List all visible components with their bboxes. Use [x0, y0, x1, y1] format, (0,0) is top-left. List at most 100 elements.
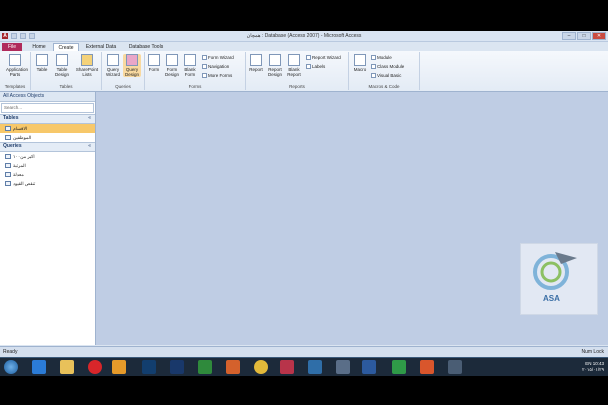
blank-report-button[interactable]: Blank Report	[285, 54, 303, 77]
table-design-button[interactable]: Table Design	[53, 54, 71, 77]
collapse-icon: «	[88, 115, 91, 121]
navigation-icon	[202, 64, 207, 69]
tab-external-data[interactable]: External Data	[82, 43, 120, 51]
group-label: Forms	[188, 84, 202, 89]
table-icon	[5, 126, 11, 131]
workspace: ASA	[96, 92, 608, 345]
ribbon-tabs: File Home Create External Data Database …	[0, 42, 608, 51]
collapse-icon: «	[88, 143, 91, 149]
class-module-button[interactable]: Class Module	[371, 63, 404, 70]
start-button-icon[interactable]	[4, 360, 18, 374]
class-module-icon	[371, 64, 376, 69]
report-icon	[250, 54, 262, 66]
report-design-button[interactable]: Report Design	[266, 54, 284, 77]
tab-create[interactable]: Create	[53, 43, 79, 51]
form-design-icon	[166, 54, 178, 66]
query-icon	[5, 163, 11, 168]
nav-item-query[interactable]: معدلة	[0, 170, 95, 179]
form-icon	[148, 54, 160, 66]
more-forms-icon	[202, 73, 207, 78]
module-button[interactable]: Module	[371, 54, 392, 61]
query-wizard-button[interactable]: Query Wizard	[104, 54, 122, 77]
camtasia-icon[interactable]	[392, 360, 406, 374]
language-indicator[interactable]: EN	[585, 361, 591, 366]
group-label: Macros & Code	[368, 84, 400, 89]
report-wizard-icon	[306, 55, 311, 60]
nav-item-query[interactable]: اكبر من١٠٠	[0, 152, 95, 161]
query-design-icon	[126, 54, 138, 66]
access-taskbar-icon[interactable]	[280, 360, 294, 374]
app-icon[interactable]	[448, 360, 462, 374]
table-button[interactable]: Table	[33, 54, 51, 72]
visual-basic-button[interactable]: Visual Basic	[371, 72, 401, 79]
nav-header[interactable]: All Access Objects	[0, 92, 95, 102]
tab-home[interactable]: Home	[28, 43, 50, 51]
nav-search-input[interactable]: Search...	[1, 103, 94, 113]
form-button[interactable]: Form	[145, 54, 163, 72]
more-forms-button[interactable]: More Forms	[202, 72, 232, 79]
query-wizard-icon	[107, 54, 119, 66]
module-icon	[371, 55, 376, 60]
macro-icon	[354, 54, 366, 66]
query-icon	[5, 181, 11, 186]
group-label: Queries	[115, 84, 131, 89]
table-icon	[5, 135, 11, 140]
form-design-button[interactable]: Form Design	[163, 54, 181, 77]
report-button[interactable]: Report	[247, 54, 265, 72]
window-controls: – □ ✕	[562, 32, 606, 40]
tab-database-tools[interactable]: Database Tools	[124, 43, 168, 51]
nav-item-query[interactable]: المرتبة	[0, 161, 95, 170]
group-queries: Query Wizard Query Design Queries	[102, 52, 145, 90]
blank-report-icon	[288, 54, 300, 66]
internet-explorer-icon[interactable]	[32, 360, 46, 374]
group-macros-code: Macro Module Class Module Visual Basic M…	[349, 52, 420, 90]
form-wizard-icon	[202, 55, 207, 60]
group-label: Reports	[289, 84, 305, 89]
sharepoint-lists-button[interactable]: SharePoint Lists	[75, 54, 99, 77]
labels-button[interactable]: Labels	[306, 63, 325, 70]
photoshop-icon[interactable]	[170, 360, 184, 374]
application-parts-button[interactable]: Application Parts	[6, 54, 28, 77]
chrome-icon[interactable]	[254, 360, 268, 374]
macro-button[interactable]: Macro	[351, 54, 369, 72]
word-icon[interactable]	[362, 360, 376, 374]
system-tray[interactable]: EN 10:43 ٢٠١٥/٠١/٢٩	[582, 361, 604, 373]
taskbar: EN 10:43 ٢٠١٥/٠١/٢٩	[0, 357, 608, 376]
excel-icon[interactable]	[198, 360, 212, 374]
group-label: Tables	[59, 84, 73, 89]
nav-section-tables[interactable]: Tables «	[0, 114, 95, 124]
form-wizard-button[interactable]: Form Wizard	[202, 54, 234, 61]
maximize-button[interactable]: □	[577, 32, 591, 40]
nav-section-queries[interactable]: Queries «	[0, 142, 95, 152]
opera-icon[interactable]	[88, 360, 102, 374]
report-design-icon	[269, 54, 281, 66]
nav-item-table[interactable]: الاقسام	[0, 124, 95, 133]
app-icon[interactable]	[308, 360, 322, 374]
query-icon	[5, 172, 11, 177]
navigation-button[interactable]: Navigation	[202, 63, 229, 70]
app-icon[interactable]	[336, 360, 350, 374]
nav-item-table[interactable]: الموظفين	[0, 133, 95, 142]
close-button[interactable]: ✕	[592, 32, 606, 40]
powerpoint-icon[interactable]	[226, 360, 240, 374]
folder-icon[interactable]	[60, 360, 74, 374]
app-icon[interactable]	[420, 360, 434, 374]
report-wizard-button[interactable]: Report Wizard	[306, 54, 341, 61]
nav-item-query[interactable]: تنقص القيود	[0, 179, 95, 188]
query-design-button[interactable]: Query Design	[123, 54, 141, 77]
photoshop-icon[interactable]	[142, 360, 156, 374]
query-icon	[5, 154, 11, 159]
media-player-icon[interactable]	[112, 360, 126, 374]
group-templates: Application Parts Templates	[0, 52, 31, 90]
group-reports: Report Report Design Blank Report Report…	[246, 52, 349, 90]
blank-form-button[interactable]: Blank Form	[181, 54, 199, 77]
navigation-pane: All Access Objects Search... Tables « ال…	[0, 92, 96, 345]
ribbon: Application Parts Templates Table Table …	[0, 51, 608, 92]
tab-file[interactable]: File	[2, 43, 22, 51]
clock-time: 10:43	[592, 361, 604, 366]
blank-form-icon	[184, 54, 196, 66]
minimize-button[interactable]: –	[562, 32, 576, 40]
group-forms: Form Form Design Blank Form Form Wizard …	[145, 52, 246, 90]
num-lock-indicator: Num Lock	[581, 349, 604, 355]
watermark-graphic	[533, 252, 577, 290]
